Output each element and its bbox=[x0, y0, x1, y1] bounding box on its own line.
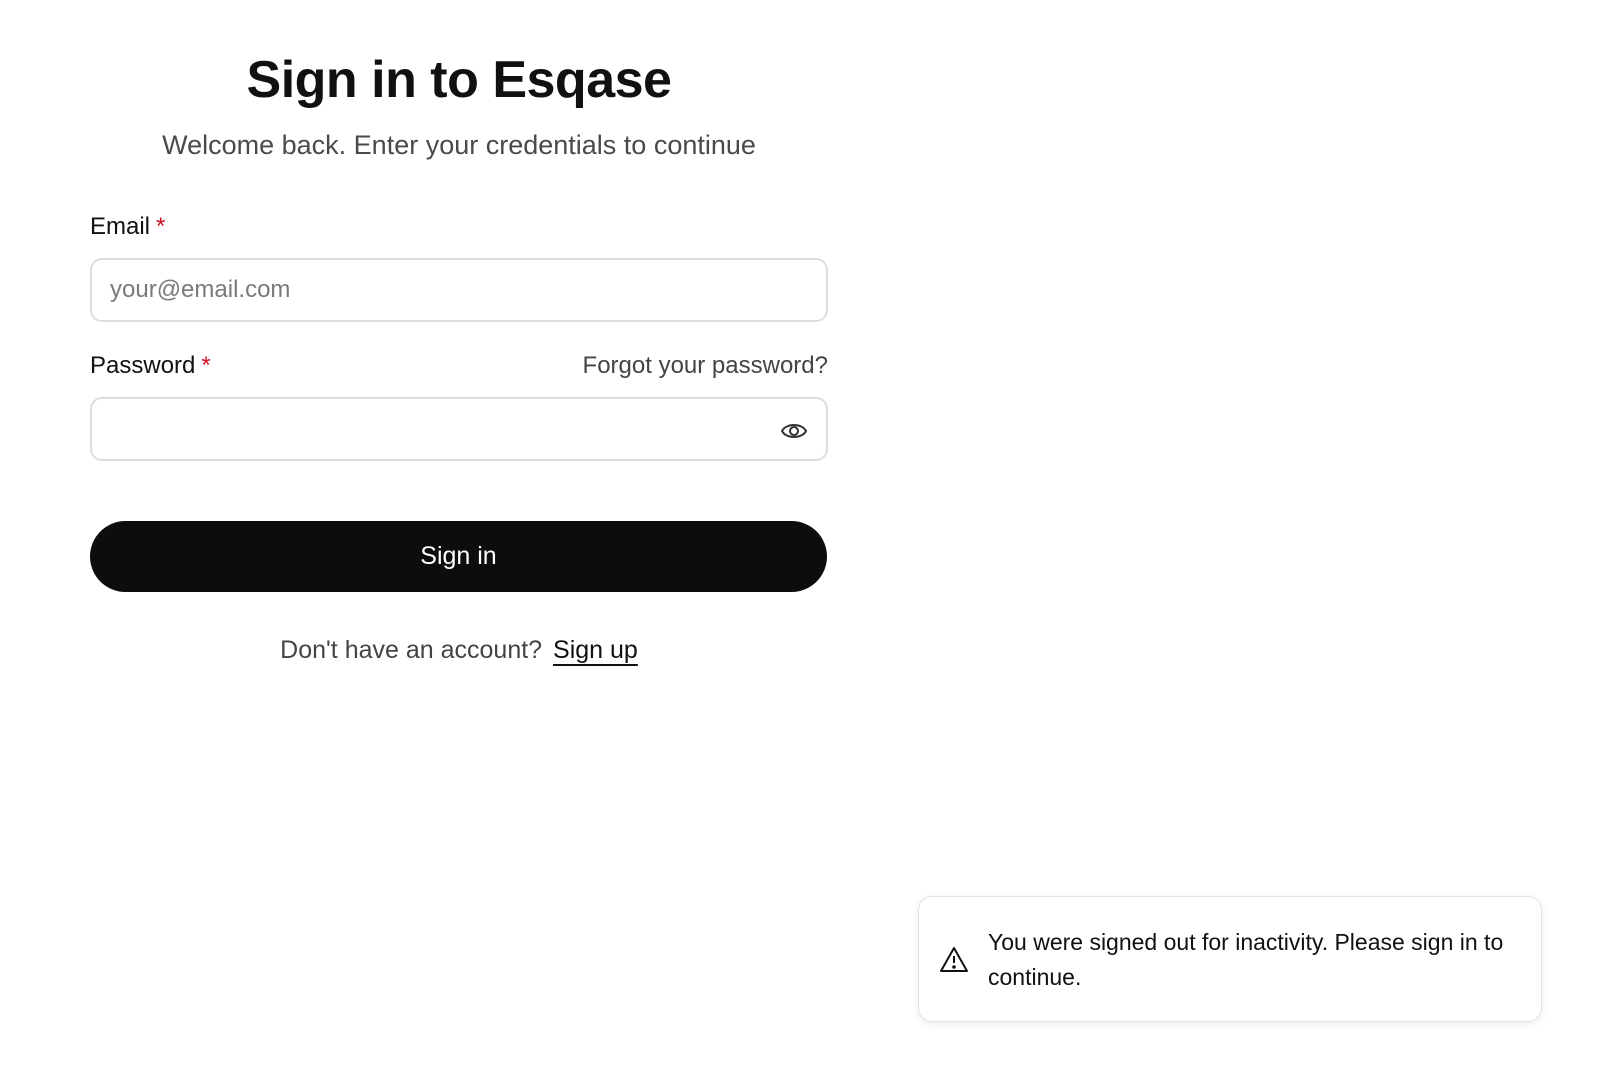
password-field-wrapper bbox=[90, 397, 828, 461]
forgot-password-link[interactable]: Forgot your password? bbox=[583, 352, 828, 380]
warning-icon bbox=[939, 945, 969, 975]
page-title: Sign in to Esqase bbox=[246, 51, 672, 109]
password-label-text: Password bbox=[90, 352, 196, 379]
signup-link[interactable]: Sign up bbox=[553, 636, 638, 664]
eye-icon[interactable] bbox=[780, 417, 808, 445]
email-label-row: Email * bbox=[90, 213, 828, 241]
signup-row: Don't have an account? Sign up bbox=[90, 636, 828, 665]
email-field-wrapper bbox=[90, 258, 828, 322]
email-required-mark: * bbox=[156, 213, 166, 240]
page-subtitle: Welcome back. Enter your credentials to … bbox=[162, 130, 756, 160]
password-label: Password * bbox=[90, 352, 211, 380]
email-label: Email * bbox=[90, 213, 165, 241]
toast-message: You were signed out for inactivity. Plea… bbox=[988, 929, 1504, 990]
signup-prompt: Don't have an account? bbox=[280, 636, 543, 664]
email-label-text: Email bbox=[90, 213, 151, 240]
page: Sign in to Esqase Welcome back. Enter yo… bbox=[0, 0, 1600, 1079]
password-required-mark: * bbox=[201, 352, 211, 379]
inactivity-toast: You were signed out for inactivity. Plea… bbox=[918, 896, 1542, 1022]
email-input[interactable] bbox=[92, 260, 826, 320]
password-label-row: Password * Forgot your password? bbox=[90, 352, 828, 380]
password-input[interactable] bbox=[92, 399, 826, 459]
signin-button[interactable]: Sign in bbox=[90, 521, 827, 592]
